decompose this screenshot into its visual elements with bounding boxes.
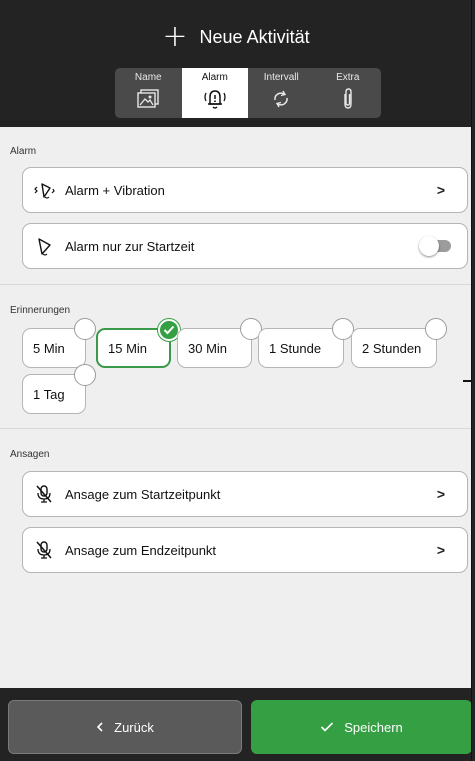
header: + Neue Aktivität Name Alarm Intervall Ex… [0,0,471,127]
bell-icon [204,90,226,109]
divider [0,428,471,429]
reminder-chip-30-min[interactable]: 30 Min [177,318,262,368]
announcements-section-label: Ansagen [10,449,50,460]
alarm-vibration-row[interactable]: Alarm + Vibration > [22,167,468,213]
save-button[interactable]: Speichern [251,700,471,754]
reminders-section-label: Erinnerungen [10,305,71,316]
reminder-chip-label: 1 Tag [33,386,65,402]
reminder-chip-label: 2 Stunden [362,340,422,356]
alarm-section-label: Alarm [10,146,37,157]
chevron-right-icon: > [436,542,445,558]
alarm-vibration-label: Alarm + Vibration [65,182,165,198]
image-icon [137,89,159,108]
announcement-end-row[interactable]: Ansage zum Endzeitpunkt > [22,527,468,573]
paperclip-icon [344,88,352,109]
page-title: + Neue Aktivität [0,19,471,54]
toggle-knob [419,236,439,256]
divider [0,284,471,285]
plus-icon: + [162,19,188,54]
tab-alarm-label: Alarm [201,72,228,83]
announcement-start-row[interactable]: Ansage zum Startzeitpunkt > [22,471,468,517]
microphone-off-icon [33,539,55,561]
alarm-start-only-row: Alarm nur zur Startzeit [22,223,468,269]
save-button-label: Speichern [344,719,403,735]
checkmark-icon [320,721,334,733]
radio-unchecked-icon [74,318,96,340]
bell-outline-icon [33,235,55,257]
page-title-text: Neue Aktivität [199,26,310,47]
microphone-off-icon [33,483,55,505]
content-area: Alarm Alarm + Vibration > Alarm nur zur … [0,127,471,698]
alarm-start-only-toggle[interactable] [419,236,451,256]
reminder-chip-label: 15 Min [108,340,148,356]
announcement-end-label: Ansage zum Endzeitpunkt [65,542,217,558]
app-frame: + Neue Aktivität Name Alarm Intervall Ex… [0,0,475,761]
reminder-chip-1-stunde[interactable]: 1 Stunde [258,318,354,368]
tab-bar: Name Alarm Intervall Extra [115,68,381,118]
reminder-chip-1-tag[interactable]: 1 Tag [22,364,96,414]
alarm-start-only-label: Alarm nur zur Startzeit [65,238,195,254]
back-button-label: Zurück [114,719,154,735]
tab-alarm[interactable]: Alarm [181,68,248,118]
radio-unchecked-icon [425,318,447,340]
tab-intervall[interactable]: Intervall [248,68,315,118]
back-button[interactable]: Zurück [8,700,242,754]
chevron-right-icon: > [436,486,445,502]
footer-bar: Zurück Speichern [0,688,471,761]
screen: + Neue Aktivität Name Alarm Intervall Ex… [0,0,472,761]
reminder-chip-2-stunden[interactable]: 2 Stunden [351,318,447,368]
tab-intervall-label: Intervall [263,72,299,83]
scroll-indicator [463,380,471,382]
tab-extra-label: Extra [336,72,360,83]
reminder-chip-15-min[interactable]: 15 Min [96,319,180,368]
reminder-chip-label: 1 Stunde [269,340,322,356]
radio-unchecked-icon [74,364,96,386]
chevron-left-icon [96,722,104,732]
repeat-icon [274,90,289,108]
reminder-chip-5-min[interactable]: 5 Min [22,318,96,368]
alarm-vibration-icon [33,179,55,201]
chevron-right-icon: > [436,182,445,198]
reminder-chip-label: 5 Min [33,340,65,356]
reminder-chip-label: 30 Min [188,340,228,356]
tab-name-label: Name [134,72,162,83]
announcement-start-label: Ansage zum Startzeitpunkt [65,486,221,502]
tab-extra[interactable]: Extra [315,68,382,118]
tab-name[interactable]: Name [115,68,182,118]
